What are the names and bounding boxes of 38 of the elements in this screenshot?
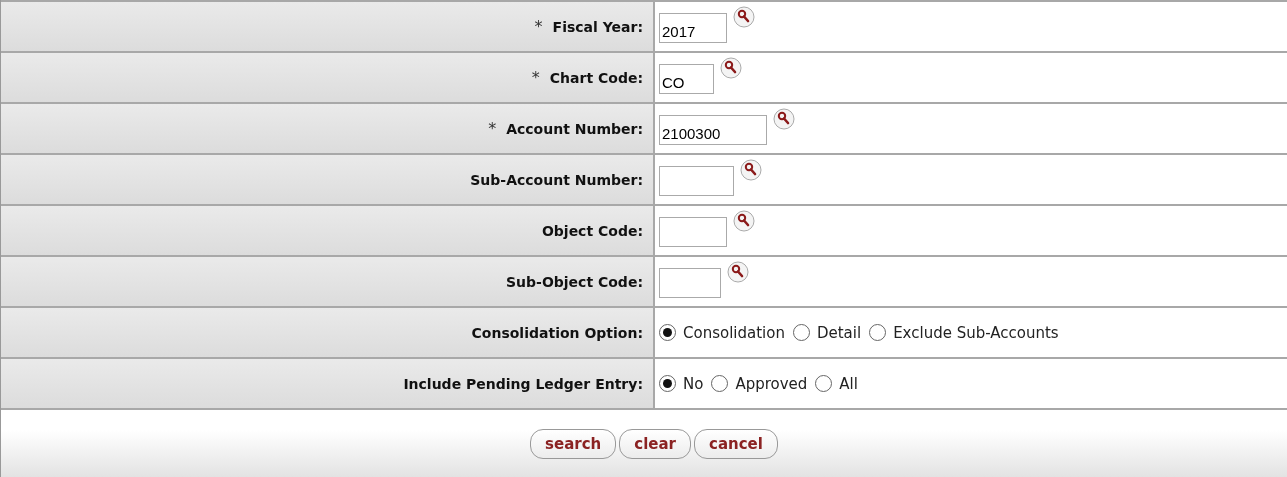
option-label: Detail	[816, 323, 862, 342]
input-field[interactable]: 2017	[659, 13, 727, 43]
field-label: Consolidation Option:	[471, 324, 643, 341]
field-label: Chart Code:	[549, 69, 643, 86]
required-mark: *	[534, 17, 543, 36]
option-label: Consolidation	[683, 323, 785, 342]
option-label: No	[683, 374, 704, 393]
action-button[interactable]: search	[530, 429, 617, 459]
option-label: Approved	[735, 374, 808, 393]
field-label: Sub-Object Code:	[506, 273, 643, 290]
search-icon[interactable]	[727, 261, 749, 283]
search-icon[interactable]	[720, 57, 742, 79]
required-mark: *	[531, 68, 540, 87]
field-label: Object Code:	[541, 222, 643, 239]
action-button[interactable]: clear	[619, 429, 691, 459]
input-field[interactable]	[659, 217, 727, 247]
search-icon[interactable]	[740, 159, 762, 181]
search-icon[interactable]	[733, 6, 755, 28]
radio-button[interactable]	[659, 324, 676, 341]
field-label: Account Number:	[506, 120, 643, 137]
radio-button[interactable]	[869, 324, 887, 341]
radio-button[interactable]	[815, 375, 833, 392]
input-field[interactable]	[659, 166, 734, 196]
required-mark: *	[488, 119, 497, 138]
option-label: All	[839, 374, 858, 393]
action-button[interactable]: cancel	[694, 429, 778, 459]
option-label: Exclude Sub-Accounts	[893, 323, 1059, 342]
search-icon[interactable]	[773, 108, 795, 130]
field-label: Fiscal Year:	[552, 18, 643, 35]
search-icon[interactable]	[733, 210, 755, 232]
field-label: Sub-Account Number:	[470, 171, 643, 188]
input-field[interactable]: CO	[659, 64, 714, 94]
field-label: Include Pending Ledger Entry:	[403, 375, 643, 392]
input-field[interactable]: 2100300	[659, 115, 767, 145]
input-field[interactable]	[659, 268, 721, 298]
radio-button[interactable]	[659, 375, 676, 392]
radio-button[interactable]	[792, 324, 810, 341]
radio-button[interactable]	[711, 375, 729, 392]
